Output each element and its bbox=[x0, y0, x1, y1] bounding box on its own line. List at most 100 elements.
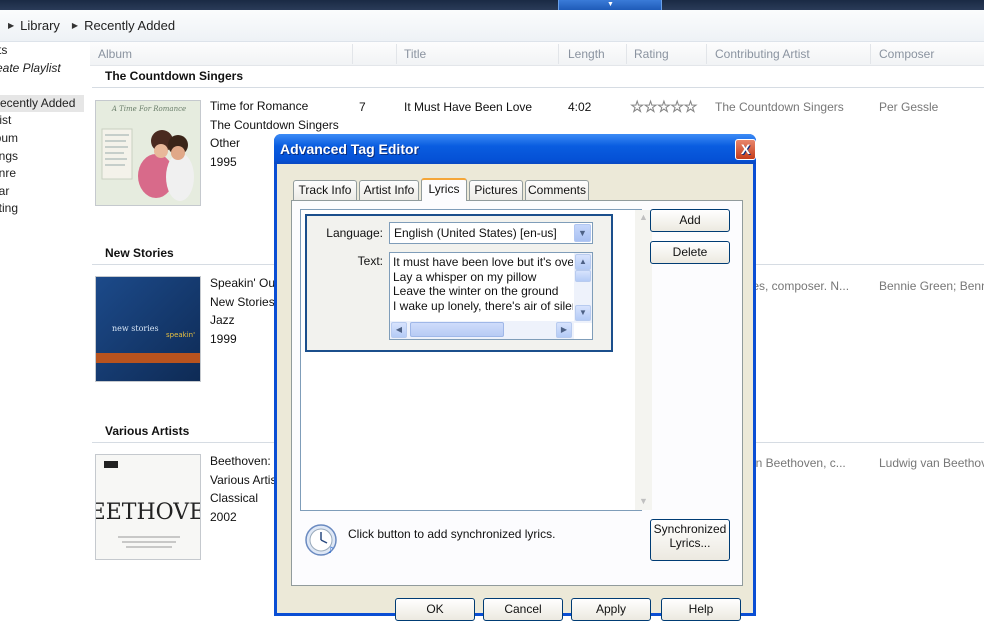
tab-lyrics[interactable]: Lyrics bbox=[421, 178, 467, 201]
chevron-down-icon[interactable]: ▼ bbox=[574, 224, 591, 242]
scroll-down-icon[interactable]: ▼ bbox=[575, 305, 591, 321]
sidebar-item-artist[interactable]: rtist bbox=[0, 112, 82, 130]
sidebar-item-songs[interactable]: ongs bbox=[0, 148, 82, 166]
group-header: The Countdown Singers bbox=[105, 69, 243, 83]
column-rating[interactable]: Rating bbox=[634, 47, 669, 61]
rating-stars[interactable]: ☆☆☆☆☆ bbox=[630, 97, 698, 117]
svg-text:speakin': speakin' bbox=[166, 331, 195, 339]
clock-icon: ♪ bbox=[305, 524, 337, 556]
lyrics-text-field[interactable]: It must have been love but it's ove Lay … bbox=[389, 252, 593, 340]
album-genre[interactable]: Jazz bbox=[210, 311, 275, 330]
album-name[interactable]: Time for Romance bbox=[210, 97, 339, 116]
column-title[interactable]: Title bbox=[404, 47, 426, 61]
scroll-right-icon[interactable]: ▶ bbox=[556, 322, 572, 338]
lyrics-list[interactable]: Language: English (United States) [en-us… bbox=[300, 209, 652, 511]
close-icon: X bbox=[740, 141, 751, 157]
group-header: New Stories bbox=[105, 246, 174, 260]
dialog-title-bar[interactable]: Advanced Tag Editor X bbox=[274, 134, 756, 164]
sidebar-item-recently-added[interactable]: ecently Added bbox=[0, 94, 84, 113]
column-album[interactable]: Album bbox=[98, 47, 132, 61]
album-year[interactable]: 1999 bbox=[210, 330, 275, 349]
sidebar-item-year[interactable]: ear bbox=[0, 183, 82, 201]
tab-track-info[interactable]: Track Info bbox=[293, 180, 357, 200]
contributing-artist: van Beethoven, c... bbox=[743, 456, 846, 470]
composer: Ludwig van Beethov bbox=[879, 456, 984, 470]
album-artist[interactable]: Various Artis bbox=[210, 471, 276, 490]
breadcrumb-arrow-icon: ▶ bbox=[71, 21, 79, 30]
lyrics-text: It must have been love but it's ove Lay … bbox=[393, 255, 573, 313]
composer: Bennie Green; Benn bbox=[879, 279, 984, 293]
lyrics-panel: Language: English (United States) [en-us… bbox=[291, 200, 743, 586]
cancel-button[interactable]: Cancel bbox=[483, 598, 563, 621]
sidebar-item-rating[interactable]: ating bbox=[0, 200, 82, 218]
sidebar-item-album[interactable]: lbum bbox=[0, 130, 82, 148]
album-artist[interactable]: The Countdown Singers bbox=[210, 116, 339, 135]
contributing-artist: ales, composer. N... bbox=[743, 279, 850, 293]
help-button[interactable]: Help bbox=[661, 598, 741, 621]
add-button[interactable]: Add bbox=[650, 209, 730, 232]
scroll-left-icon[interactable]: ◀ bbox=[391, 322, 407, 338]
text-label: Text: bbox=[357, 254, 383, 268]
language-select[interactable]: English (United States) [en-us] ▼ bbox=[389, 222, 593, 244]
dialog-title: Advanced Tag Editor bbox=[280, 141, 419, 157]
tab-pictures[interactable]: Pictures bbox=[469, 180, 523, 200]
scroll-up-icon[interactable]: ▲ bbox=[575, 254, 591, 270]
chevron-down-icon: ▼ bbox=[607, 1, 614, 8]
sync-label: Lyrics... bbox=[669, 536, 711, 550]
breadcrumb: ▶ Library ▶ Recently Added bbox=[0, 10, 984, 42]
lyrics-line: Leave the winter on the ground bbox=[393, 284, 559, 298]
cover-title: A Time For Romance bbox=[111, 105, 186, 113]
language-value: English (United States) [en-us] bbox=[394, 226, 557, 240]
column-composer[interactable]: Composer bbox=[879, 47, 934, 61]
album-cover[interactable]: BEETHOVEN bbox=[95, 454, 201, 560]
scroll-thumb[interactable] bbox=[410, 322, 504, 337]
album-meta: Speakin' Ou New Stories Jazz 1999 bbox=[210, 274, 275, 348]
album-artist[interactable]: New Stories bbox=[210, 293, 275, 312]
horizontal-scrollbar[interactable]: ◀ ▶ bbox=[390, 321, 574, 339]
synchronized-lyrics-button[interactable]: Synchronized Lyrics... bbox=[650, 519, 730, 561]
tab-artist-info[interactable]: Artist Info bbox=[359, 180, 419, 200]
album-cover[interactable]: new stories speakin' bbox=[95, 276, 201, 382]
contributing-artist: The Countdown Singers bbox=[715, 100, 844, 114]
advanced-tag-editor-dialog: Advanced Tag Editor X Track Info Artist … bbox=[274, 134, 756, 621]
track-title[interactable]: It Must Have Been Love bbox=[404, 100, 532, 114]
divider bbox=[92, 87, 984, 88]
breadcrumb-recently-added[interactable]: Recently Added bbox=[84, 18, 175, 33]
composer: Per Gessle bbox=[879, 100, 939, 114]
album-cover[interactable]: A Time For Romance bbox=[95, 100, 201, 206]
lyrics-line: It must have been love but it's ove bbox=[393, 255, 573, 269]
cover-title: BEETHOVEN bbox=[96, 500, 201, 525]
tab-comments[interactable]: Comments bbox=[525, 180, 589, 200]
apply-button[interactable]: Apply bbox=[571, 598, 651, 621]
track-length: 4:02 bbox=[568, 100, 592, 114]
column-contributing-artist[interactable]: Contributing Artist bbox=[715, 47, 810, 61]
vertical-scrollbar[interactable]: ▲ ▼ bbox=[574, 253, 592, 323]
scroll-up-icon[interactable]: ▲ bbox=[636, 210, 651, 225]
breadcrumb-arrow-icon: ▶ bbox=[8, 21, 15, 30]
sync-label: Synchronized bbox=[653, 522, 727, 536]
sync-hint: Click button to add synchronized lyrics. bbox=[348, 527, 556, 541]
scroll-thumb[interactable] bbox=[575, 270, 591, 282]
group-header: Various Artists bbox=[105, 424, 190, 438]
sidebar-item-genre[interactable]: enre bbox=[0, 165, 82, 183]
navigation-sidebar: sts reate Playlist y ecently Added rtist… bbox=[0, 42, 90, 616]
language-label: Language: bbox=[326, 226, 383, 240]
album-year[interactable]: 2002 bbox=[210, 508, 276, 527]
ok-button[interactable]: OK bbox=[395, 598, 475, 621]
scroll-down-icon[interactable]: ▼ bbox=[636, 494, 651, 509]
delete-button[interactable]: Delete bbox=[650, 241, 730, 264]
album-meta: Beethoven: Various Artis Classical 2002 bbox=[210, 452, 276, 526]
column-length[interactable]: Length bbox=[568, 47, 605, 61]
lyrics-line: I wake up lonely, there's air of siler bbox=[393, 298, 573, 313]
album-name[interactable]: Speakin' Ou bbox=[210, 274, 275, 293]
sidebar-item-create-playlist[interactable]: reate Playlist bbox=[0, 60, 82, 78]
sidebar-item[interactable]: sts bbox=[0, 42, 82, 60]
album-name[interactable]: Beethoven: bbox=[210, 452, 276, 471]
track-number: 7 bbox=[359, 100, 366, 114]
breadcrumb-library[interactable]: Library bbox=[20, 18, 60, 33]
album-genre[interactable]: Classical bbox=[210, 489, 276, 508]
close-button[interactable]: X bbox=[735, 139, 756, 160]
lyrics-entry[interactable]: Language: English (United States) [en-us… bbox=[305, 214, 613, 352]
sidebar-item[interactable]: y bbox=[0, 77, 82, 95]
top-tab[interactable]: ▼ bbox=[558, 0, 662, 10]
